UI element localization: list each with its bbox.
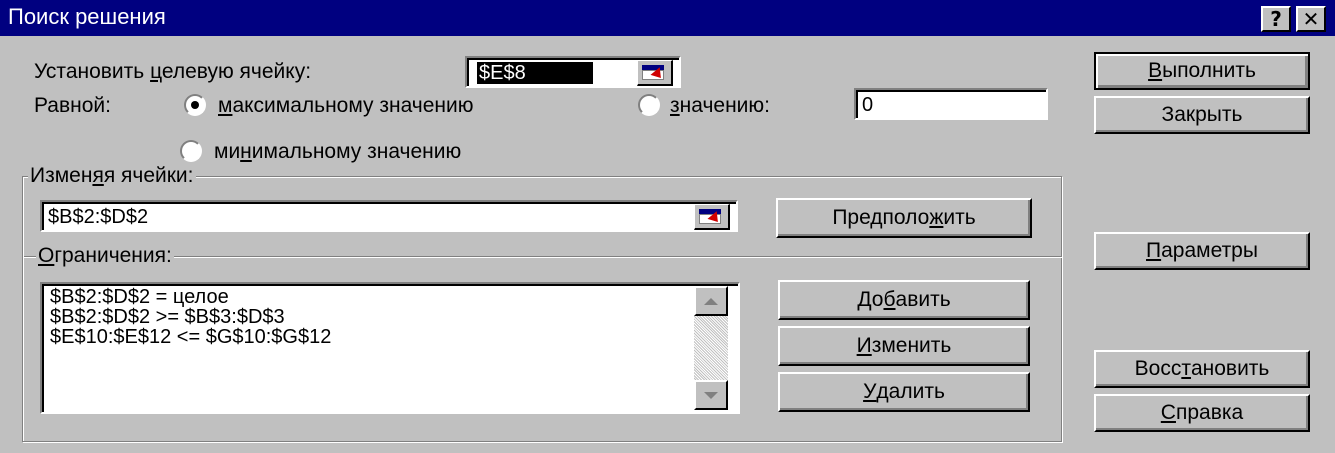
help-button[interactable]: Справка bbox=[1094, 394, 1310, 432]
target-cell-field[interactable]: $E$8 bbox=[465, 56, 681, 88]
options-button[interactable]: Параметры bbox=[1094, 232, 1310, 270]
solve-button[interactable]: Выполнить bbox=[1094, 52, 1310, 90]
scroll-up-icon[interactable] bbox=[694, 286, 728, 316]
radio-min-label[interactable]: минимальному значению bbox=[214, 140, 461, 164]
changing-cells-legend: Изменяя ячейки: bbox=[28, 164, 196, 188]
window-title: Поиск решения bbox=[8, 4, 166, 29]
radio-value[interactable] bbox=[638, 94, 660, 116]
changing-cells-field[interactable]: $B$2:$D$2 bbox=[40, 200, 738, 232]
title-bar: Поиск решения ? ✕ bbox=[0, 0, 1335, 36]
change-button[interactable]: Изменить bbox=[778, 326, 1030, 366]
reset-button[interactable]: Восс т ановить bbox=[1094, 350, 1310, 388]
constraints-legend: Ограничения: bbox=[36, 244, 174, 268]
close-button[interactable]: Закрыть bbox=[1094, 96, 1310, 134]
cell-reference-icon[interactable] bbox=[637, 60, 673, 86]
constraints-divider bbox=[24, 256, 1062, 257]
close-icon[interactable]: ✕ bbox=[1296, 6, 1326, 32]
target-cell-label: Установить целевую ячейку: bbox=[34, 60, 312, 83]
radio-min[interactable] bbox=[180, 140, 202, 162]
value-input[interactable]: 0 bbox=[854, 88, 1048, 120]
add-button[interactable]: До б авить bbox=[778, 280, 1030, 320]
guess-button[interactable]: Предполо ж ить bbox=[776, 198, 1032, 238]
equal-label: Равной: bbox=[34, 94, 111, 117]
changing-cells-value: $B$2:$D$2 bbox=[48, 206, 149, 228]
help-icon[interactable]: ? bbox=[1261, 6, 1291, 32]
radio-value-label[interactable]: значению: bbox=[670, 94, 770, 118]
target-cell-value: $E$8 bbox=[477, 62, 593, 84]
list-item[interactable]: $E$10:$E$12 <= $G$10:$G$12 bbox=[50, 326, 331, 349]
constraints-list[interactable]: $B$2:$D$2 = целое $B$2:$D$2 >= $B$3:$D$3… bbox=[40, 282, 740, 414]
radio-max-label[interactable]: максимальному значению bbox=[218, 94, 474, 118]
radio-max[interactable] bbox=[184, 94, 206, 116]
delete-button[interactable]: Удалить bbox=[778, 372, 1030, 412]
cell-reference-icon[interactable] bbox=[694, 204, 730, 230]
value-input-text: 0 bbox=[862, 94, 874, 116]
scroll-down-icon[interactable] bbox=[694, 380, 728, 410]
